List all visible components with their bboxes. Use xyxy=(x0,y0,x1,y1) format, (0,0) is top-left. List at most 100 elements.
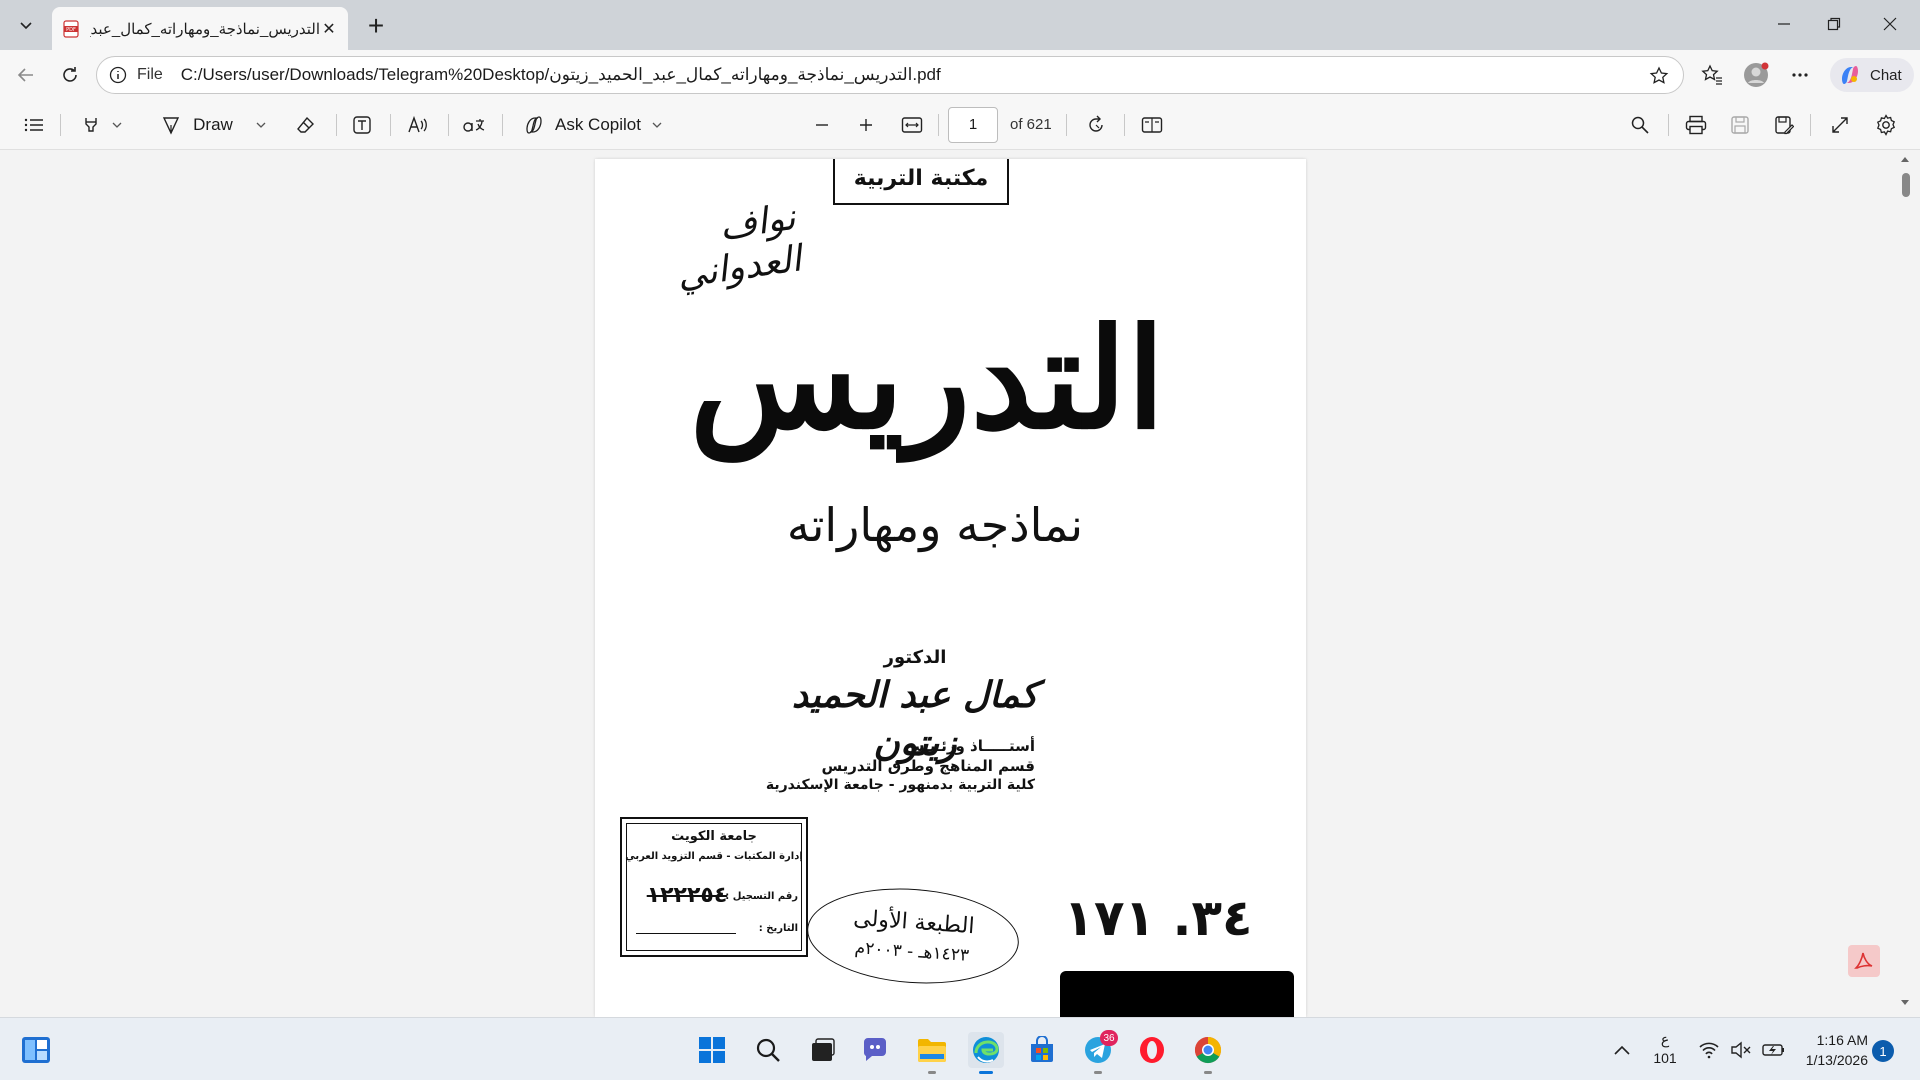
wifi-icon xyxy=(1699,1042,1719,1059)
clock-date: 1/13/2026 xyxy=(1805,1052,1868,1068)
chevron-down-icon xyxy=(256,122,266,128)
chevron-up-icon xyxy=(1614,1045,1630,1055)
expand-icon xyxy=(1832,117,1848,133)
profile-button[interactable] xyxy=(1740,59,1772,91)
chat-label: Chat xyxy=(1870,66,1902,84)
handwritten-owner-name: نواف العدواني xyxy=(674,196,804,297)
save-as-button[interactable] xyxy=(1768,109,1800,141)
fullscreen-button[interactable] xyxy=(1824,109,1856,141)
author-prefix: الدكتور xyxy=(883,647,947,668)
language-indicator[interactable]: ع 101 xyxy=(1650,1030,1680,1068)
tab-active[interactable]: PDF التدريس_نماذجة_ومهاراته_كمال_عبد_ ✕ xyxy=(52,7,348,50)
tab-list-button[interactable] xyxy=(10,9,42,41)
refresh-button[interactable] xyxy=(54,59,86,91)
store-button[interactable] xyxy=(1024,1032,1060,1068)
favorite-star-icon[interactable] xyxy=(1649,66,1669,86)
opera-icon xyxy=(1140,1037,1164,1063)
minimize-button[interactable] xyxy=(1756,0,1812,48)
new-tab-button[interactable]: + xyxy=(360,10,392,42)
zoom-out-button[interactable] xyxy=(806,109,838,141)
close-tab-icon[interactable]: ✕ xyxy=(320,20,338,38)
university-stamp-line-1: جامعة الكويت xyxy=(671,829,757,844)
start-button[interactable] xyxy=(694,1032,730,1068)
read-aloud-button[interactable] xyxy=(400,109,436,141)
more-dots-icon xyxy=(1792,73,1808,77)
teams-chat-button[interactable] xyxy=(858,1032,894,1068)
library-stamp: مكتبة التربية xyxy=(833,159,1009,205)
notification-badge[interactable]: 1 xyxy=(1872,1040,1894,1062)
scroll-up-icon[interactable] xyxy=(1900,155,1910,163)
telegram-button[interactable]: 36 xyxy=(1080,1030,1118,1074)
toolbar-divider xyxy=(448,114,449,136)
search-icon xyxy=(756,1038,780,1062)
close-window-button[interactable] xyxy=(1862,0,1918,48)
show-hidden-icons-button[interactable] xyxy=(1604,1032,1640,1068)
tab-bar: PDF التدريس_نماذجة_ومهاراته_كمال_عبد_ ✕ … xyxy=(0,0,1920,50)
edge-browser-icon xyxy=(973,1037,999,1063)
edition-stamp: الطبعة الأولى ١٤٢٣هـ - ٢٠٠٣م xyxy=(803,881,1023,991)
book-subtitle: نماذجه ومهاراته xyxy=(786,498,1084,552)
chrome-button[interactable] xyxy=(1190,1032,1226,1074)
add-text-button[interactable] xyxy=(346,109,378,141)
running-indicator xyxy=(1204,1071,1212,1074)
arrow-left-icon xyxy=(17,68,33,82)
erase-button[interactable] xyxy=(290,109,322,141)
acrobat-icon xyxy=(1854,952,1873,969)
rotate-button[interactable] xyxy=(1080,109,1112,141)
scroll-thumb[interactable] xyxy=(1902,173,1910,197)
page-number-input[interactable]: 1 xyxy=(948,107,998,143)
url-text[interactable]: C:/Users/user/Downloads/Telegram%20Deskt… xyxy=(181,65,941,85)
copilot-chat-button[interactable]: Chat xyxy=(1830,58,1914,92)
folder-icon xyxy=(918,1039,946,1062)
task-view-button[interactable] xyxy=(804,1032,840,1068)
author-role-line-1: أستـــــاذ ورئـيـس xyxy=(903,737,1035,755)
back-button[interactable] xyxy=(10,59,42,91)
library-stamp-text: مكتبة التربية xyxy=(853,165,989,191)
find-button[interactable] xyxy=(1624,109,1656,141)
text-box-icon xyxy=(353,116,371,134)
highlight-button[interactable] xyxy=(72,109,132,141)
chrome-icon xyxy=(1194,1036,1222,1064)
settings-more-button[interactable] xyxy=(1784,59,1816,91)
contents-button[interactable] xyxy=(18,109,50,141)
windows-logo-icon xyxy=(699,1037,725,1063)
speaker-muted-icon xyxy=(1731,1041,1751,1059)
toolbar-divider xyxy=(60,114,61,136)
zoom-in-button[interactable] xyxy=(850,109,882,141)
opera-button[interactable] xyxy=(1134,1032,1170,1068)
vertical-scrollbar[interactable] xyxy=(1896,151,1914,1017)
draw-button[interactable]: Draw xyxy=(156,109,272,141)
page-view-button[interactable] xyxy=(1136,109,1168,141)
restore-button[interactable] xyxy=(1806,0,1862,48)
draw-label: Draw xyxy=(193,115,233,134)
scroll-down-icon[interactable] xyxy=(1900,999,1910,1007)
fit-width-button[interactable] xyxy=(896,109,928,141)
chevron-down-icon xyxy=(652,122,662,128)
file-explorer-button[interactable] xyxy=(914,1032,950,1074)
stamp-date-label: التاريخ : xyxy=(758,923,798,934)
ask-copilot-button[interactable]: Ask Copilot xyxy=(518,109,668,141)
acrobat-button[interactable] xyxy=(1848,945,1880,977)
pdf-viewer[interactable]: مكتبة التربية نواف العدواني التدريس نماذ… xyxy=(0,151,1920,1017)
pdf-settings-button[interactable] xyxy=(1870,109,1902,141)
page-count: of 621 xyxy=(1010,116,1052,133)
widgets-button[interactable] xyxy=(18,1032,54,1068)
translate-button[interactable] xyxy=(456,109,492,141)
tab-title: التدريس_نماذجة_ومهاراته_كمال_عبد_ xyxy=(90,20,320,38)
copilot-outline-icon xyxy=(526,116,542,134)
quick-settings-button[interactable] xyxy=(1692,1032,1792,1068)
pdf-file-icon: PDF xyxy=(63,19,79,38)
taskbar-search-button[interactable] xyxy=(750,1032,786,1068)
favorites-button[interactable] xyxy=(1696,59,1728,91)
widgets-icon xyxy=(22,1037,50,1063)
info-icon[interactable] xyxy=(109,66,127,84)
print-button[interactable] xyxy=(1680,109,1712,141)
system-clock[interactable]: 1:16 AM 1/13/2026 xyxy=(1780,1030,1868,1070)
scheme-label: File xyxy=(137,66,163,83)
address-bar[interactable]: File C:/Users/user/Downloads/Telegram%20… xyxy=(96,56,1684,94)
edge-button[interactable] xyxy=(968,1032,1004,1074)
book-title: التدريس xyxy=(689,297,1165,460)
ask-copilot-label: Ask Copilot xyxy=(555,115,641,134)
running-indicator xyxy=(1094,1071,1102,1074)
save-button[interactable] xyxy=(1724,109,1756,141)
